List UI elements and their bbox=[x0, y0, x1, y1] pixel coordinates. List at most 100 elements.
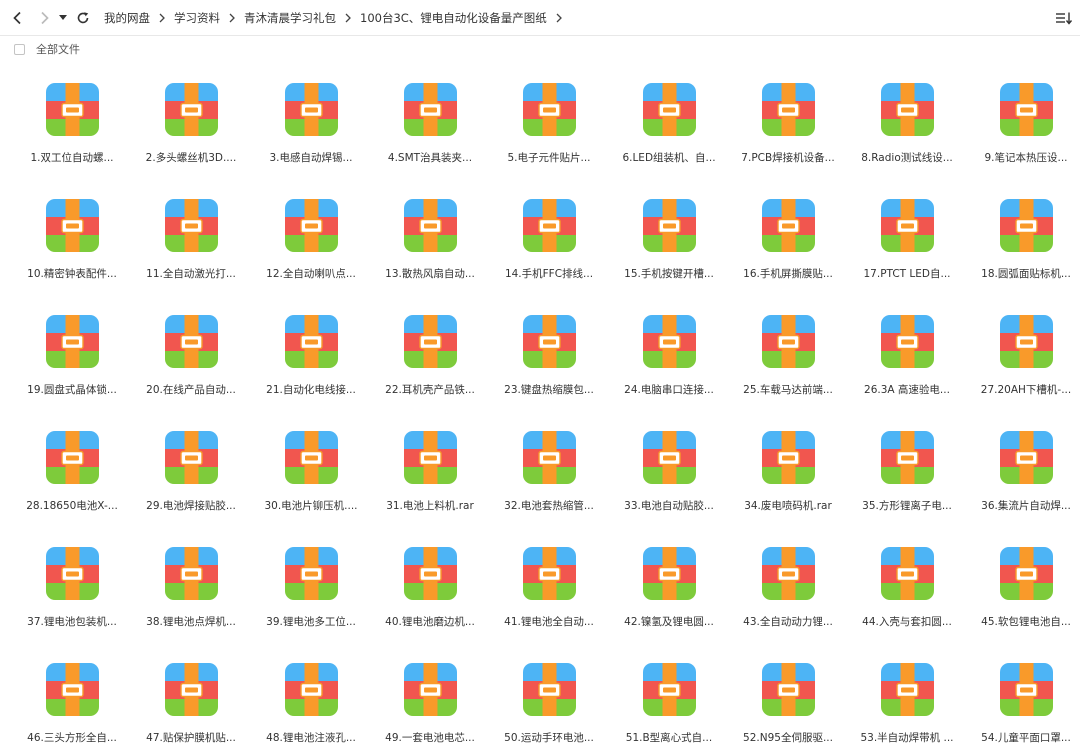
file-item[interactable]: 15.手机按键开槽... bbox=[610, 182, 728, 290]
file-item[interactable]: 18.圆弧面贴标机... bbox=[967, 182, 1080, 290]
archive-file-icon bbox=[46, 663, 99, 716]
archive-file-icon bbox=[762, 83, 815, 136]
file-item[interactable]: 43.全自动动力锂... bbox=[729, 530, 847, 638]
sort-button[interactable] bbox=[1052, 8, 1076, 28]
file-item[interactable]: 35.方形锂离子电... bbox=[848, 414, 966, 522]
file-name: 39.锂电池多工位... bbox=[266, 616, 356, 628]
archive-file-icon bbox=[643, 199, 696, 252]
file-item[interactable]: 2.多头螺丝机3D.... bbox=[132, 66, 250, 174]
file-name: 4.SMT治具装夹... bbox=[387, 152, 473, 164]
file-item[interactable]: 31.电池上料机.rar bbox=[371, 414, 489, 522]
archive-file-icon bbox=[404, 315, 457, 368]
file-item[interactable]: 12.全自动喇叭点... bbox=[252, 182, 370, 290]
sort-list-icon bbox=[1056, 12, 1073, 25]
breadcrumb-item[interactable]: 学习资料 bbox=[174, 10, 220, 26]
chevron-right-icon bbox=[229, 13, 235, 23]
file-name: 29.电池焊接贴胶... bbox=[146, 500, 236, 512]
chevron-right-icon bbox=[556, 13, 562, 23]
file-name: 10.精密钟表配件... bbox=[27, 268, 117, 280]
file-item[interactable]: 52.N95全伺服驱... bbox=[729, 646, 847, 749]
select-all-label: 全部文件 bbox=[36, 43, 80, 56]
file-item[interactable]: 44.入壳与套扣圆... bbox=[848, 530, 966, 638]
file-item[interactable]: 38.锂电池点焊机... bbox=[132, 530, 250, 638]
file-item[interactable]: 23.键盘热缩膜包... bbox=[490, 298, 608, 406]
archive-file-icon bbox=[285, 663, 338, 716]
file-item[interactable]: 19.圆盘式晶体锁... bbox=[13, 298, 131, 406]
file-item[interactable]: 32.电池套热缩管... bbox=[490, 414, 608, 522]
forward-button[interactable] bbox=[35, 9, 53, 27]
file-item[interactable]: 25.车载马达前端... bbox=[729, 298, 847, 406]
file-name: 12.全自动喇叭点... bbox=[266, 268, 356, 280]
history-dropdown-button[interactable] bbox=[56, 9, 70, 27]
archive-file-icon bbox=[881, 199, 934, 252]
refresh-button[interactable] bbox=[74, 9, 92, 27]
file-item[interactable]: 21.自动化电线接... bbox=[252, 298, 370, 406]
file-item[interactable]: 40.锂电池磨边机... bbox=[371, 530, 489, 638]
back-button[interactable] bbox=[9, 9, 27, 27]
archive-file-icon bbox=[165, 199, 218, 252]
file-name: 14.手机FFC排线... bbox=[504, 268, 594, 280]
archive-file-icon bbox=[46, 199, 99, 252]
file-item[interactable]: 27.20AH下槽机-... bbox=[967, 298, 1080, 406]
file-item[interactable]: 10.精密钟表配件... bbox=[13, 182, 131, 290]
file-name: 25.车载马达前端... bbox=[743, 384, 833, 396]
file-item[interactable]: 28.18650电池X-... bbox=[13, 414, 131, 522]
breadcrumb-item[interactable]: 我的网盘 bbox=[104, 10, 150, 26]
file-name: 15.手机按键开槽... bbox=[624, 268, 714, 280]
chevron-left-icon bbox=[13, 11, 21, 25]
file-item[interactable]: 42.镍氢及锂电圆... bbox=[610, 530, 728, 638]
file-item[interactable]: 48.锂电池注液孔... bbox=[252, 646, 370, 749]
file-item[interactable]: 1.双工位自动螺... bbox=[13, 66, 131, 174]
file-item[interactable]: 9.笔记本热压设... bbox=[967, 66, 1080, 174]
file-item[interactable]: 20.在线产品自动... bbox=[132, 298, 250, 406]
breadcrumb-item[interactable]: 青沐清晨学习礼包 bbox=[244, 10, 336, 26]
file-item[interactable]: 16.手机屏撕膜贴... bbox=[729, 182, 847, 290]
archive-file-icon bbox=[1000, 83, 1053, 136]
file-name: 47.贴保护膜机贴... bbox=[146, 732, 236, 744]
file-item[interactable]: 49.一套电池电芯... bbox=[371, 646, 489, 749]
file-name: 46.三头方形全自... bbox=[27, 732, 117, 744]
file-item[interactable]: 37.锂电池包装机... bbox=[13, 530, 131, 638]
file-item[interactable]: 54.儿童平面口罩... bbox=[967, 646, 1080, 749]
file-item[interactable]: 5.电子元件贴片... bbox=[490, 66, 608, 174]
chevron-right-icon bbox=[159, 13, 165, 23]
archive-file-icon bbox=[404, 83, 457, 136]
file-item[interactable]: 13.散热风扇自动... bbox=[371, 182, 489, 290]
file-item[interactable]: 7.PCB焊接机设备... bbox=[729, 66, 847, 174]
archive-file-icon bbox=[46, 83, 99, 136]
file-item[interactable]: 24.电脑串口连接... bbox=[610, 298, 728, 406]
file-item[interactable]: 4.SMT治具装夹... bbox=[371, 66, 489, 174]
file-item[interactable]: 36.集流片自动焊... bbox=[967, 414, 1080, 522]
file-name: 52.N95全伺服驱... bbox=[743, 732, 833, 744]
file-item[interactable]: 29.电池焊接贴胶... bbox=[132, 414, 250, 522]
file-item[interactable]: 6.LED组装机、自... bbox=[610, 66, 728, 174]
file-item[interactable]: 53.半自动焊带机 ... bbox=[848, 646, 966, 749]
file-item[interactable]: 17.PTCT LED自... bbox=[848, 182, 966, 290]
file-item[interactable]: 34.废电喷码机.rar bbox=[729, 414, 847, 522]
file-item[interactable]: 8.Radio测试线设... bbox=[848, 66, 966, 174]
file-item[interactable]: 30.电池片铆压机.... bbox=[252, 414, 370, 522]
file-item[interactable]: 46.三头方形全自... bbox=[13, 646, 131, 749]
select-all-checkbox[interactable] bbox=[14, 43, 25, 55]
file-item[interactable]: 50.运动手环电池... bbox=[490, 646, 608, 749]
file-item[interactable]: 14.手机FFC排线... bbox=[490, 182, 608, 290]
file-item[interactable]: 22.耳机壳产品铁... bbox=[371, 298, 489, 406]
file-name: 6.LED组装机、自... bbox=[622, 152, 716, 164]
file-item[interactable]: 33.电池自动贴胶... bbox=[610, 414, 728, 522]
file-item[interactable]: 41.锂电池全自动... bbox=[490, 530, 608, 638]
file-item[interactable]: 45.软包锂电池自... bbox=[967, 530, 1080, 638]
archive-file-icon bbox=[404, 431, 457, 484]
file-item[interactable]: 51.B型离心式自... bbox=[610, 646, 728, 749]
file-item[interactable]: 39.锂电池多工位... bbox=[252, 530, 370, 638]
file-item[interactable]: 11.全自动激光打... bbox=[132, 182, 250, 290]
file-item[interactable]: 3.电感自动焊锡... bbox=[252, 66, 370, 174]
archive-file-icon bbox=[1000, 431, 1053, 484]
file-item[interactable]: 47.贴保护膜机贴... bbox=[132, 646, 250, 749]
breadcrumb-item[interactable]: 100台3C、锂电自动化设备量产图纸 bbox=[360, 10, 547, 26]
archive-file-icon bbox=[46, 431, 99, 484]
archive-file-icon bbox=[762, 315, 815, 368]
archive-file-icon bbox=[285, 315, 338, 368]
file-item[interactable]: 26.3A 高速验电... bbox=[848, 298, 966, 406]
file-name: 48.锂电池注液孔... bbox=[266, 732, 356, 744]
file-name: 30.电池片铆压机.... bbox=[264, 500, 358, 512]
